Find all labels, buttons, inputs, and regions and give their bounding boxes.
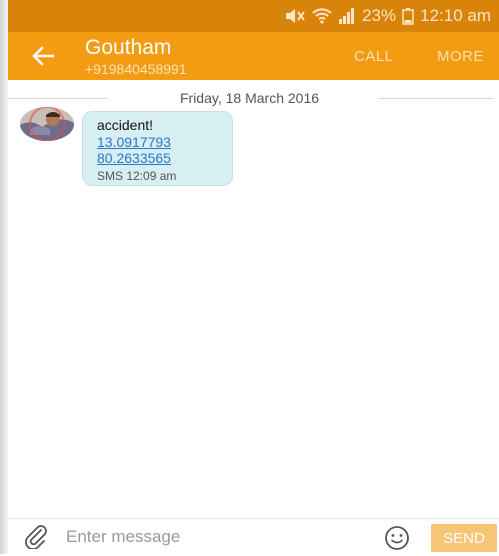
- contact-avatar[interactable]: [20, 107, 74, 141]
- battery-percent: 23%: [362, 6, 397, 25]
- wifi-icon: [312, 8, 332, 24]
- battery-icon: [402, 7, 414, 25]
- date-label: Friday, 18 March 2016: [169, 90, 330, 106]
- message-timestamp: SMS 12:09 am: [97, 169, 177, 183]
- divider-line-left: [8, 98, 108, 99]
- attach-icon[interactable]: [24, 525, 50, 550]
- message-bubble[interactable]: accident! 13.0917793 80.2633565 SMS 12:0…: [82, 111, 233, 186]
- more-button[interactable]: MORE: [437, 48, 484, 65]
- message-text: accident!: [97, 117, 154, 133]
- app-bar: Goutham +919840458991 CALL MORE: [8, 32, 499, 80]
- call-button[interactable]: CALL: [354, 48, 394, 65]
- signal-icon: [338, 8, 356, 24]
- back-arrow-icon[interactable]: [30, 44, 56, 68]
- contact-name: Goutham: [85, 36, 172, 59]
- left-edge-shadow: [0, 0, 8, 554]
- divider-line-right: [378, 98, 494, 99]
- coordinate-link-longitude[interactable]: 80.2633565: [97, 150, 171, 166]
- status-bar: 23% 12:10 am: [8, 0, 499, 32]
- mute-icon: [284, 8, 306, 24]
- contact-number: +919840458991: [85, 61, 187, 77]
- send-button[interactable]: SEND: [431, 524, 497, 552]
- message-input[interactable]: [66, 525, 366, 549]
- composer-bar: SEND: [8, 518, 499, 555]
- coordinate-link-latitude[interactable]: 13.0917793: [97, 134, 171, 150]
- date-divider: Friday, 18 March 2016: [0, 89, 499, 107]
- clock: 12:10 am: [420, 6, 491, 25]
- emoji-icon[interactable]: [384, 525, 410, 551]
